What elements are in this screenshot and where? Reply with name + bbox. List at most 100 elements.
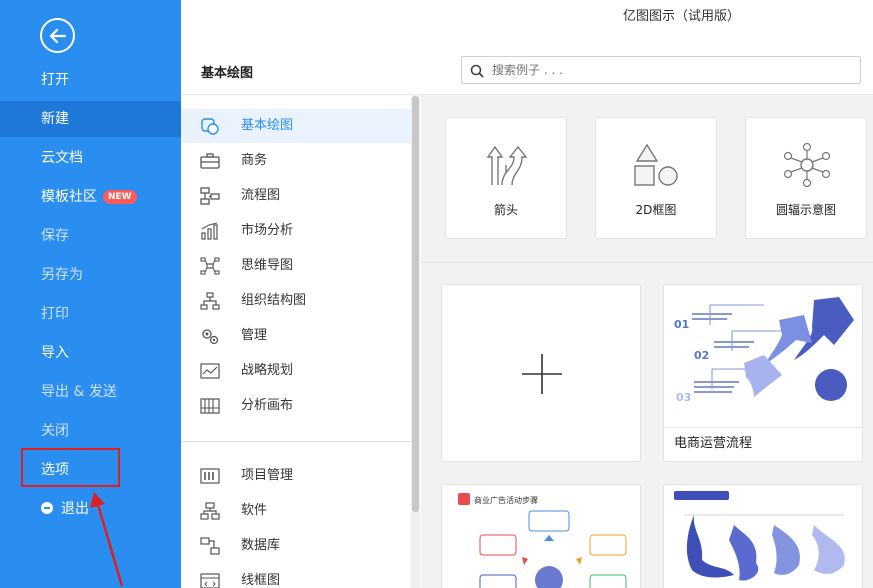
category-label: 管理: [241, 328, 268, 343]
bar-chart-icon: [201, 222, 218, 240]
trend-icon: [200, 363, 220, 379]
template-card-blank[interactable]: [441, 284, 641, 462]
menu-item-cloud-docs[interactable]: 云文档: [0, 140, 181, 176]
category-scrollbar-thumb[interactable]: [412, 96, 419, 512]
menu-item-label: 关闭: [41, 423, 69, 439]
category-wireframe[interactable]: 线框图: [181, 564, 411, 588]
plus-icon: [522, 354, 562, 394]
canvas-grid-icon: [200, 398, 220, 414]
category-project-management[interactable]: 项目管理: [181, 459, 411, 493]
thumb-number: 01: [674, 318, 689, 331]
window-title: 亿图图示（试用版）: [623, 9, 741, 24]
mind-map-icon: [200, 257, 220, 275]
annotation-highlight-box: [21, 448, 120, 487]
menu-item-save-as[interactable]: 另存为: [0, 257, 181, 293]
category-label: 流程图: [241, 188, 281, 203]
gantt-icon: [200, 468, 220, 484]
radial-diagram-icon: [783, 143, 831, 187]
page-title: 基本绘图: [201, 66, 254, 81]
category-label: 战略规划: [241, 363, 294, 378]
menu-item-label: 导出 & 发送: [41, 384, 117, 400]
tile-label: 箭头: [493, 203, 518, 217]
menu-item-label: 打开: [41, 72, 69, 88]
menu-item-new[interactable]: 新建: [0, 101, 181, 137]
menu-item-save[interactable]: 保存: [0, 218, 181, 254]
arrows-icon: [486, 145, 528, 186]
category-strategy-planning[interactable]: 战略规划: [181, 354, 411, 388]
menu-item-label: 保存: [41, 228, 69, 244]
annotation-arrow-icon: [90, 492, 124, 587]
template-card-label: 电商运营流程: [674, 436, 753, 451]
menu-item-open[interactable]: 打开: [0, 62, 181, 98]
thumb-title: 商业广告活动步骤: [474, 495, 538, 505]
menu-item-close[interactable]: 关闭: [0, 413, 181, 449]
category-management[interactable]: 管理: [181, 319, 411, 353]
org-chart-icon: [200, 292, 220, 310]
gears-icon: [202, 329, 219, 345]
category-software[interactable]: 软件: [181, 494, 411, 528]
category-label: 线框图: [241, 573, 281, 588]
category-label: 商务: [241, 153, 268, 168]
ad-campaign-thumbnail: 商业广告活动步骤: [458, 493, 627, 588]
template-card-ad-campaign[interactable]: 商业广告活动步骤: [441, 484, 641, 588]
search-box[interactable]: [461, 56, 861, 84]
menu-item-print[interactable]: 打印: [0, 296, 181, 332]
tile-radial-diagram[interactable]: 圆辐示意图: [745, 117, 867, 239]
menu-item-label: 新建: [41, 111, 69, 127]
menu-item-label: 退出: [61, 501, 89, 517]
template-card-dark-steps[interactable]: [663, 484, 863, 588]
category-divider: [181, 441, 411, 442]
database-icon: [200, 537, 220, 555]
category-basic-drawing[interactable]: 基本绘图: [181, 109, 411, 143]
arrow-left-icon: [49, 28, 67, 44]
category-market-analysis[interactable]: 市场分析: [181, 214, 411, 248]
software-icon: [200, 502, 220, 520]
category-label: 数据库: [241, 538, 281, 553]
category-database[interactable]: 数据库: [181, 529, 411, 563]
category-label: 软件: [241, 503, 268, 518]
file-menu-sidebar: 打开 新建 云文档 模板社区 NEW 保存 另存为 打印 导入 导出 & 发送 关…: [0, 0, 181, 588]
shapes-icon: [634, 143, 678, 186]
category-analysis-canvas[interactable]: 分析画布: [181, 389, 411, 423]
menu-item-import[interactable]: 导入: [0, 335, 181, 371]
search-icon: [470, 64, 484, 78]
category-label: 项目管理: [241, 468, 294, 483]
menu-item-label: 另存为: [41, 267, 83, 283]
ecommerce-thumbnail: 01 02 03: [674, 297, 854, 404]
thumb-number: 03: [676, 391, 691, 404]
category-label: 思维导图: [241, 258, 294, 273]
wireframe-icon: [200, 573, 220, 588]
category-label: 基本绘图: [241, 118, 294, 133]
thumb-number: 02: [694, 349, 709, 362]
new-badge: NEW: [103, 190, 137, 204]
tile-2d-block[interactable]: 2D框图: [595, 117, 717, 239]
menu-item-export-send[interactable]: 导出 & 发送: [0, 374, 181, 410]
tile-label: 2D框图: [635, 203, 677, 217]
category-label: 市场分析: [241, 223, 294, 238]
category-label: 分析画布: [241, 398, 294, 413]
template-card-ecommerce[interactable]: 01 02 03 电商运营流程: [663, 284, 863, 462]
menu-item-label: 云文档: [41, 150, 83, 166]
search-input[interactable]: [492, 60, 852, 80]
steps-thumbnail: [674, 491, 845, 581]
app-window: 打开 新建 云文档 模板社区 NEW 保存 另存为 打印 导入 导出 & 发送 关…: [0, 0, 873, 588]
tile-label: 圆辐示意图: [775, 203, 836, 217]
menu-item-label: 导入: [41, 345, 69, 361]
card-divider: [664, 427, 862, 428]
flowchart-icon: [200, 187, 220, 205]
category-flowchart[interactable]: 流程图: [181, 179, 411, 213]
exit-icon: [41, 502, 53, 514]
basic-shapes-icon: [201, 118, 219, 135]
category-business[interactable]: 商务: [181, 144, 411, 178]
category-mind-map[interactable]: 思维导图: [181, 249, 411, 283]
category-label: 组织结构图: [241, 293, 307, 308]
menu-item-template-community[interactable]: 模板社区 NEW: [0, 179, 181, 215]
back-button[interactable]: [40, 18, 75, 53]
gallery-divider: [421, 262, 873, 263]
briefcase-icon: [200, 153, 220, 169]
category-org-chart[interactable]: 组织结构图: [181, 284, 411, 318]
menu-item-label: 模板社区: [41, 189, 97, 205]
category-list: 基本绘图 商务 流程图 市场分析 思维导图 组织结构图 管理 战略规划 分析画布: [181, 94, 421, 588]
menu-item-label: 打印: [41, 306, 69, 322]
tile-arrows[interactable]: 箭头: [445, 117, 567, 239]
